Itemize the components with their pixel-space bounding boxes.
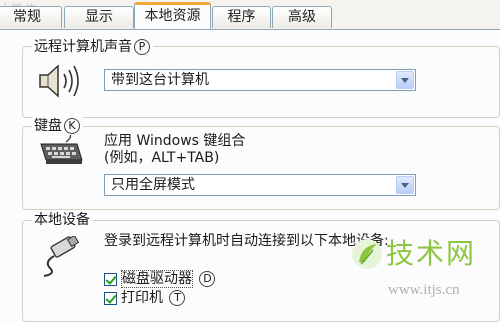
remote-audio-dropdown[interactable]: 带到这台计算机 bbox=[104, 69, 416, 91]
remote-audio-group-label: 远程计算机声音 P bbox=[32, 38, 153, 56]
tab-strip: 上端 体 www 常规 显示 本地资源 程序 高级 bbox=[0, 0, 500, 30]
tab-general[interactable]: 常规 bbox=[0, 6, 62, 28]
watermark-logo-icon bbox=[352, 239, 382, 269]
keyboard-description-line1: 应用 Windows 键组合 bbox=[104, 133, 246, 149]
tab-local-resources[interactable]: 本地资源 bbox=[134, 2, 211, 30]
keyboard-accel: K bbox=[64, 118, 80, 134]
printers-checkbox[interactable] bbox=[104, 292, 117, 305]
keyboard-description-line2: (例如，ALT+TAB) bbox=[104, 150, 220, 166]
watermark-url: www.itjs.cn bbox=[388, 282, 460, 298]
speaker-icon bbox=[39, 64, 79, 98]
remote-audio-selected: 带到这台计算机 bbox=[111, 72, 209, 88]
keyboard-selected: 只用全屏模式 bbox=[111, 177, 195, 193]
keyboard-group-label: 键盘 K bbox=[32, 117, 83, 135]
tab-advanced[interactable]: 高级 bbox=[272, 6, 332, 28]
disk-drives-label[interactable]: 磁盘驱动器 D bbox=[121, 270, 216, 288]
printers-accel: T bbox=[169, 290, 186, 306]
keyboard-dropdown[interactable]: 只用全屏模式 bbox=[104, 174, 416, 196]
local-devices-group-label: 本地设备 bbox=[32, 211, 93, 229]
disk-drives-checkbox[interactable] bbox=[104, 273, 117, 286]
chevron-down-icon[interactable] bbox=[396, 176, 414, 194]
chevron-down-icon[interactable] bbox=[396, 71, 414, 89]
local-devices-description: 登录到远程计算机时自动连接到以下本地设备: bbox=[104, 233, 389, 249]
keyboard-group bbox=[22, 126, 500, 210]
device-plug-icon bbox=[43, 236, 80, 277]
tab-programs[interactable]: 程序 bbox=[212, 6, 271, 28]
watermark-logo-text: 技术网 bbox=[386, 237, 477, 270]
remote-audio-accel: P bbox=[134, 39, 150, 55]
tab-display[interactable]: 显示 bbox=[64, 6, 134, 28]
disk-drives-accel: D bbox=[199, 271, 216, 287]
keyboard-icon bbox=[40, 131, 83, 164]
printers-label[interactable]: 打印机 T bbox=[121, 290, 186, 306]
